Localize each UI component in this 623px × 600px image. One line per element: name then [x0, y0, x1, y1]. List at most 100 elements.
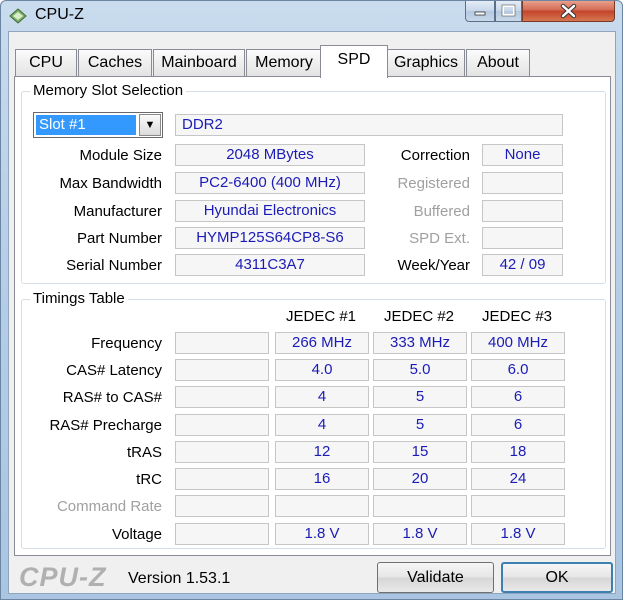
timing-cell: 4.0 — [275, 359, 369, 381]
timing-row-label: tRC — [136, 471, 162, 488]
correction-label: Correction — [400, 147, 470, 164]
module-size-label: Module Size — [79, 147, 162, 164]
timing-blank-cell — [175, 495, 269, 517]
validate-button[interactable]: Validate — [377, 562, 494, 593]
cpu-z-logo: CPU-Z — [19, 562, 107, 592]
timing-cell — [471, 495, 565, 517]
tab-cpu[interactable]: CPU — [15, 49, 77, 76]
manufacturer-label: Manufacturer — [73, 203, 162, 220]
tab-mainboard[interactable]: Mainboard — [153, 49, 245, 76]
timing-row-label: Voltage — [111, 526, 162, 543]
slot-select-value: Slot #1 — [36, 115, 136, 135]
group-title: Timings Table — [30, 290, 128, 307]
timing-row-label: Command Rate — [56, 498, 162, 515]
minimize-button[interactable] — [465, 1, 495, 22]
tab-spd[interactable]: SPD — [320, 45, 388, 78]
timing-blank-cell — [175, 441, 269, 463]
maximize-icon — [501, 4, 516, 17]
timing-cell: 20 — [373, 468, 467, 490]
close-button[interactable] — [522, 1, 615, 22]
correction-field: None — [482, 144, 563, 166]
timing-blank-cell — [175, 386, 269, 408]
memory-type-field: DDR2 — [175, 114, 563, 136]
timing-cell: 15 — [373, 441, 467, 463]
module-size-field: 2048 MBytes — [175, 144, 365, 166]
tab-about[interactable]: About — [466, 49, 530, 76]
column-header: JEDEC #3 — [481, 308, 553, 325]
timing-cell: 5 — [373, 414, 467, 436]
ok-button[interactable]: OK — [501, 562, 613, 593]
group-title: Memory Slot Selection — [30, 82, 187, 99]
timing-cell: 12 — [275, 441, 369, 463]
tab-graphics[interactable]: Graphics — [387, 49, 465, 76]
timing-cell: 4 — [275, 386, 369, 408]
timing-cell: 1.8 V — [373, 523, 467, 545]
tab-memory[interactable]: Memory — [246, 49, 322, 76]
registered-label: Registered — [397, 175, 470, 192]
max-bandwidth-field: PC2-6400 (400 MHz) — [175, 172, 365, 194]
timing-cell: 4 — [275, 414, 369, 436]
version-label: Version 1.53.1 — [128, 570, 231, 587]
tab-label: About — [477, 54, 519, 71]
buffered-label: Buffered — [413, 203, 470, 220]
registered-field — [482, 172, 563, 194]
timing-blank-cell — [175, 332, 269, 354]
timing-cell: 6 — [471, 414, 565, 436]
timing-cell: 5 — [373, 386, 467, 408]
timing-blank-cell — [175, 359, 269, 381]
tab-label: Mainboard — [161, 54, 237, 71]
minimize-icon — [474, 11, 486, 16]
tab-label: Memory — [255, 54, 313, 71]
timing-row-label: Frequency — [91, 335, 162, 352]
client-area: CPU Caches Mainboard Memory SPD Graphics… — [8, 31, 616, 594]
timing-blank-cell — [175, 523, 269, 545]
chevron-down-icon[interactable]: ▼ — [139, 114, 161, 136]
close-icon — [560, 3, 577, 19]
serial-number-field: 4311C3A7 — [175, 254, 365, 276]
buffered-field — [482, 200, 563, 222]
cpu-z-window: CPU-Z CPU Caches Mainboard Memory SPD Gr… — [0, 0, 623, 600]
memory-slot-selection-group: Memory Slot Selection Slot #1 ▼ DDR2 Mod… — [21, 82, 606, 284]
part-number-field: HYMP125S64CP8-S6 — [175, 227, 365, 249]
spd-tab-panel: Memory Slot Selection Slot #1 ▼ DDR2 Mod… — [14, 76, 611, 556]
timing-cell: 266 MHz — [275, 332, 369, 354]
column-header: JEDEC #1 — [285, 308, 357, 325]
timing-row-label: CAS# Latency — [66, 362, 162, 379]
timing-row-label: tRAS — [126, 444, 162, 461]
spd-ext-label: SPD Ext. — [409, 230, 470, 247]
timing-cell: 24 — [471, 468, 565, 490]
tab-label: CPU — [29, 54, 63, 71]
window-title: CPU-Z — [35, 6, 84, 23]
max-bandwidth-label: Max Bandwidth — [59, 175, 162, 192]
tab-label: Caches — [87, 54, 143, 71]
spd-ext-field — [482, 227, 563, 249]
timing-cell: 1.8 V — [471, 523, 565, 545]
serial-number-label: Serial Number — [66, 257, 162, 274]
column-header: JEDEC #2 — [383, 308, 455, 325]
timing-cell: 6 — [471, 386, 565, 408]
week-year-field: 42 / 09 — [482, 254, 563, 276]
manufacturer-field: Hyundai Electronics — [175, 200, 365, 222]
timing-row-label: RAS# Precharge — [49, 417, 162, 434]
timing-blank-cell — [175, 414, 269, 436]
maximize-button[interactable] — [495, 1, 522, 22]
timing-cell: 400 MHz — [471, 332, 565, 354]
timing-row-label: RAS# to CAS# — [62, 389, 162, 406]
timing-cell — [275, 495, 369, 517]
part-number-label: Part Number — [76, 230, 162, 247]
cpu-chip-icon — [9, 8, 27, 24]
timing-cell: 1.8 V — [275, 523, 369, 545]
week-year-label: Week/Year — [397, 257, 470, 274]
tab-label: Graphics — [393, 54, 459, 71]
slot-select[interactable]: Slot #1 ▼ — [33, 112, 163, 138]
tab-label: SPD — [337, 51, 371, 68]
timings-table-group: Timings Table JEDEC #1 JEDEC #2 JEDEC #3… — [21, 290, 606, 549]
timing-cell: 18 — [471, 441, 565, 463]
timing-cell: 16 — [275, 468, 369, 490]
title-bar[interactable]: CPU-Z — [1, 1, 622, 31]
timing-cell — [373, 495, 467, 517]
timing-cell: 6.0 — [471, 359, 565, 381]
timing-cell: 333 MHz — [373, 332, 467, 354]
timing-blank-cell — [175, 468, 269, 490]
tab-caches[interactable]: Caches — [78, 49, 152, 76]
